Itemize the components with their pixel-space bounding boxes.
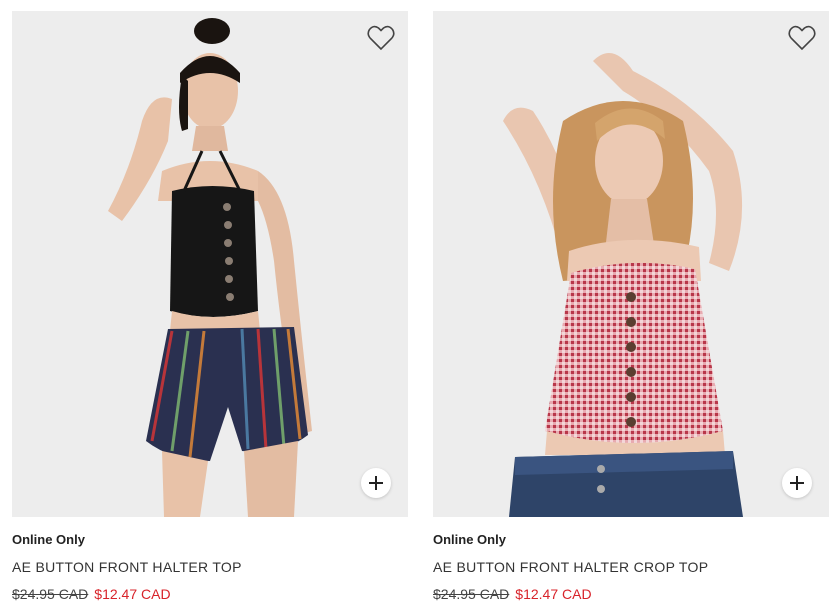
model-photo-black-halter: [108, 18, 312, 517]
model-photo-red-gingham-top: [503, 53, 743, 517]
sale-price: $12.47 CAD: [515, 586, 592, 602]
quick-add-button[interactable]: [361, 468, 391, 498]
plus-icon: [790, 476, 804, 490]
original-price: $24.95 CAD: [433, 586, 510, 602]
product-name[interactable]: AE BUTTON FRONT HALTER CROP TOP: [433, 559, 829, 576]
online-only-badge: Online Only: [12, 532, 85, 547]
product-card[interactable]: Online Only AE BUTTON FRONT HALTER TOP $…: [12, 11, 408, 603]
plus-icon: [369, 476, 383, 490]
product-image[interactable]: [12, 11, 408, 517]
wishlist-button[interactable]: [367, 25, 395, 51]
product-name[interactable]: AE BUTTON FRONT HALTER TOP: [12, 559, 408, 576]
product-card[interactable]: Online Only AE BUTTON FRONT HALTER CROP …: [433, 11, 829, 603]
wishlist-button[interactable]: [788, 25, 816, 51]
price-row: $24.95 CAD $12.47 CAD: [433, 586, 829, 603]
price-row: $24.95 CAD $12.47 CAD: [12, 586, 408, 603]
product-image[interactable]: [433, 11, 829, 517]
quick-add-button[interactable]: [782, 468, 812, 498]
heart-outline-icon: [367, 25, 395, 51]
original-price: $24.95 CAD: [12, 586, 89, 602]
online-only-badge: Online Only: [433, 532, 506, 547]
sale-price: $12.47 CAD: [94, 586, 171, 602]
heart-outline-icon: [788, 25, 816, 51]
